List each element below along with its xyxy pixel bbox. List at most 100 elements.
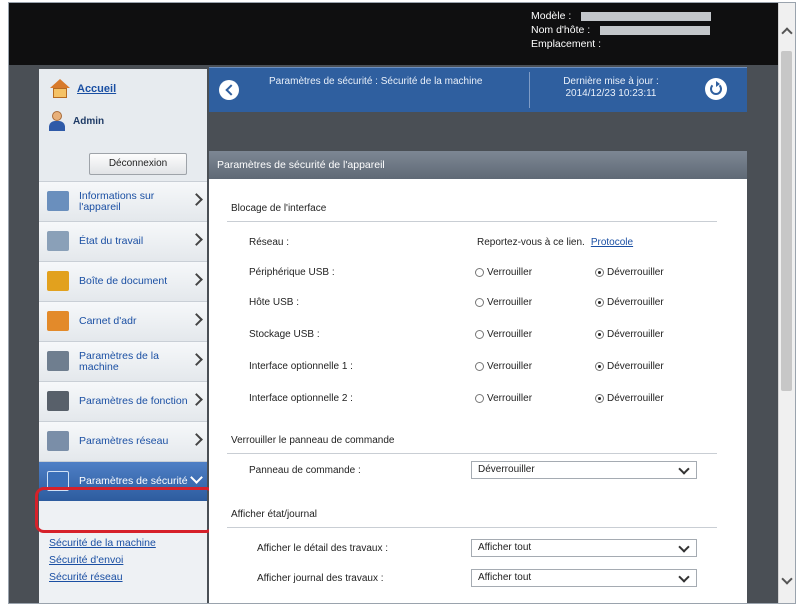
usb-device-unlock-radio[interactable]: Déverrouiller [595, 267, 664, 278]
optional-interface-1-lock-radio[interactable]: Verrouiller [475, 361, 532, 372]
network-note-text: Reportez-vous à ce lien. [477, 237, 585, 248]
sidebar-item-label: Boîte de document [79, 275, 168, 287]
usb-host-label: Hôte USB : [249, 297, 300, 308]
sidebar-item-function-settings[interactable]: Paramètres de fonction [39, 381, 207, 421]
optional-interface-2-label: Interface optionnelle 2 : [249, 393, 353, 404]
user-row: Admin [49, 111, 104, 131]
device-info-icon [47, 191, 69, 211]
redacted-model [581, 11, 712, 21]
sidebar-item-label: Paramètres réseau [79, 435, 169, 447]
job-status-icon [47, 231, 69, 251]
radio-on [595, 362, 604, 371]
radio-label: Déverrouiller [607, 329, 664, 340]
radio-on [595, 268, 604, 277]
sidebar-item-label: Paramètres de la machine [79, 349, 159, 373]
select-value: Déverrouiller [478, 464, 535, 475]
usb-device-label: Périphérique USB : [249, 267, 335, 278]
toolbar-divider [529, 72, 530, 108]
radio-label: Déverrouiller [607, 297, 664, 308]
model-label: Modèle : [531, 10, 572, 22]
sidebar-item-label: Carnet d'adr [79, 315, 137, 327]
chevron-right-icon [190, 313, 203, 326]
sidebar-item-document-box[interactable]: Boîte de document [39, 261, 207, 301]
submenu-network-security[interactable]: Sécurité réseau [49, 569, 156, 586]
chevron-right-icon [190, 273, 203, 286]
network-label: Réseau : [249, 237, 290, 248]
machine-settings-icon [47, 351, 69, 371]
usb-storage-unlock-radio[interactable]: Déverrouiller [595, 329, 664, 340]
radio-on [595, 394, 604, 403]
select-value: Afficher tout [478, 542, 532, 553]
chevron-down-icon [678, 541, 690, 553]
usb-storage-lock-radio[interactable]: Verrouiller [475, 329, 532, 340]
usb-host-lock-radio[interactable]: Verrouiller [475, 297, 532, 308]
location-label: Emplacement : [531, 38, 602, 50]
radio-label: Déverrouiller [607, 361, 664, 372]
logout-button[interactable]: Déconnexion [89, 153, 187, 175]
scroll-down-icon[interactable] [781, 573, 793, 585]
sidebar-user-area: Accueil Admin Déconnexion [39, 69, 207, 181]
optional-interface-2-lock-radio[interactable]: Verrouiller [475, 393, 532, 404]
radio-label: Déverrouiller [607, 393, 664, 404]
sidebar-item-machine-settings[interactable]: Paramètres de la machine [39, 341, 207, 381]
radio-off [475, 394, 484, 403]
radio-label: Verrouiller [487, 297, 533, 308]
section-panel-lock: Verrouiller le panneau de commande [231, 435, 395, 446]
radio-label: Verrouiller [487, 393, 533, 404]
security-submenu: Sécurité de la machine Sécurité d'envoi … [49, 535, 156, 586]
panel-title: Paramètres de sécurité de l'appareil [209, 151, 747, 179]
optional-interface-2-unlock-radio[interactable]: Déverrouiller [595, 393, 664, 404]
vertical-scrollbar[interactable] [778, 3, 795, 603]
submenu-machine-security[interactable]: Sécurité de la machine [49, 535, 156, 552]
usb-storage-label: Stockage USB : [249, 329, 320, 340]
sidebar-item-device-info[interactable]: Informations sur l'appareil [39, 181, 207, 221]
back-button[interactable] [219, 80, 239, 100]
scroll-up-icon[interactable] [781, 27, 793, 39]
sidebar-item-address-book[interactable]: Carnet d'adr [39, 301, 207, 341]
section-status-log: Afficher état/journal [231, 509, 317, 520]
sidebar-nav: Informations sur l'appareil État du trav… [39, 181, 207, 501]
radio-label: Verrouiller [487, 267, 533, 278]
sidebar-item-network-settings[interactable]: Paramètres réseau [39, 421, 207, 461]
home-link[interactable]: Accueil [77, 83, 116, 95]
usb-host-unlock-radio[interactable]: Déverrouiller [595, 297, 664, 308]
radio-label: Verrouiller [487, 329, 533, 340]
page-toolbar: Paramètres de sécurité : Sécurité de la … [209, 67, 747, 112]
redacted-host [600, 25, 711, 35]
radio-label: Verrouiller [487, 361, 533, 372]
control-panel-select[interactable]: Déverrouiller [471, 461, 697, 479]
job-detail-select[interactable]: Afficher tout [471, 539, 697, 557]
network-note: Reportez-vous à ce lien. Protocole [477, 237, 633, 248]
job-detail-label: Afficher le détail des travaux : [257, 543, 388, 554]
submenu-send-security[interactable]: Sécurité d'envoi [49, 552, 156, 569]
document-box-icon [47, 271, 69, 291]
sidebar-item-label: Informations sur l'appareil [79, 189, 155, 213]
settings-panel: Paramètres de sécurité de l'appareil Blo… [209, 151, 747, 603]
function-settings-icon [47, 391, 69, 411]
last-update-value: 2014/12/23 10:23:11 [565, 88, 657, 99]
chevron-right-icon [190, 393, 203, 406]
radio-off [475, 362, 484, 371]
optional-interface-1-label: Interface optionnelle 1 : [249, 361, 353, 372]
sidebar-item-label: État du travail [79, 235, 144, 247]
home-icon [49, 79, 71, 99]
breadcrumb: Paramètres de sécurité : Sécurité de la … [269, 76, 483, 87]
optional-interface-1-unlock-radio[interactable]: Déverrouiller [595, 361, 664, 372]
job-log-label: Afficher journal des travaux : [257, 573, 384, 584]
header: Modèle : Nom d'hôte : Emplacement : [9, 3, 779, 65]
home-row[interactable]: Accueil [49, 79, 116, 99]
last-update-label: Dernière mise à jour : [563, 76, 659, 87]
chevron-right-icon [190, 433, 203, 446]
radio-on [595, 330, 604, 339]
protocol-link[interactable]: Protocole [591, 237, 633, 248]
last-update: Dernière mise à jour : 2014/12/23 10:23:… [545, 76, 677, 100]
usb-device-lock-radio[interactable]: Verrouiller [475, 267, 532, 278]
section-interface-lock: Blocage de l'interface [231, 203, 327, 214]
address-book-icon [47, 311, 69, 331]
section-divider [227, 221, 717, 222]
job-log-select[interactable]: Afficher tout [471, 569, 697, 587]
scroll-thumb[interactable] [781, 51, 792, 391]
sidebar-item-job-status[interactable]: État du travail [39, 221, 207, 261]
refresh-button[interactable] [705, 78, 727, 100]
select-value: Afficher tout [478, 572, 532, 583]
